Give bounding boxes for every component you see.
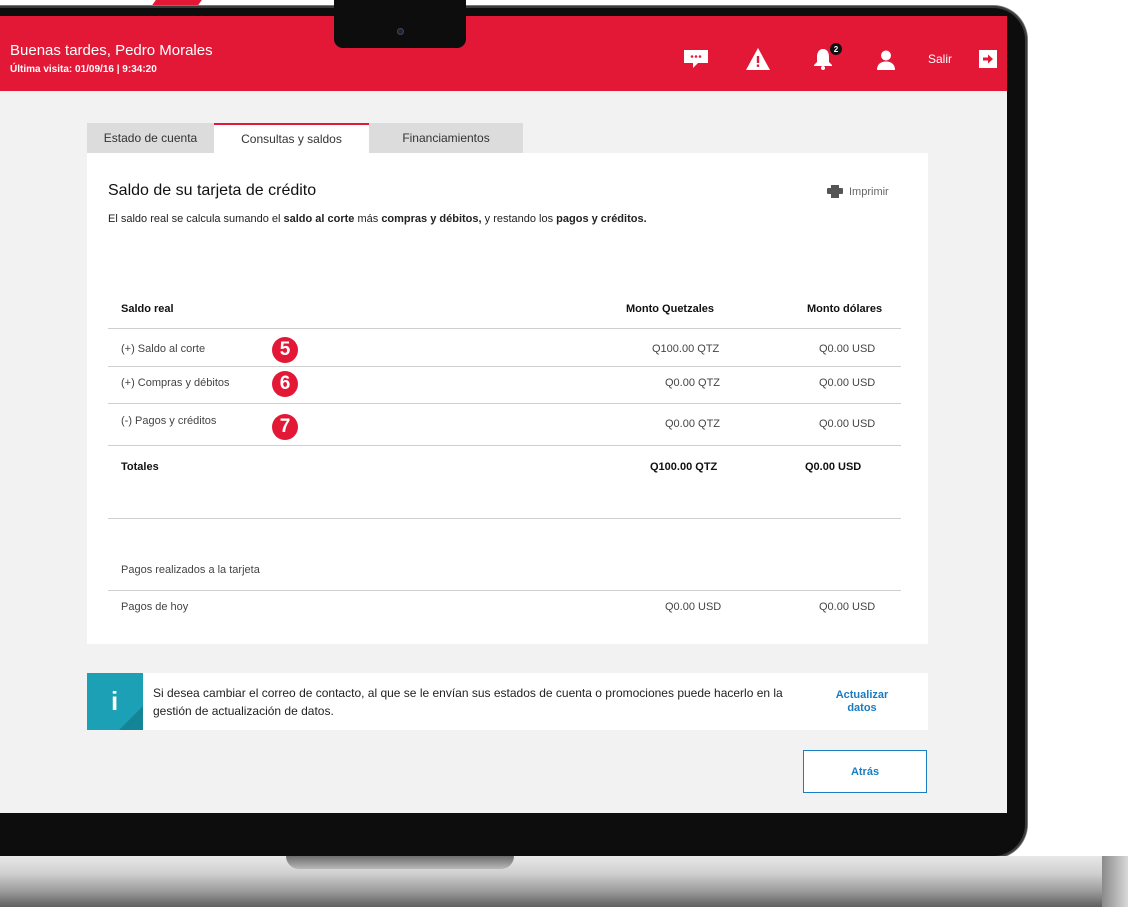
- laptop-base: [0, 856, 1128, 907]
- info-icon-fold: [119, 706, 143, 730]
- row-usd: Q0.00 USD: [819, 377, 876, 389]
- tab-consultas-y-saldos[interactable]: Consultas y saldos: [214, 123, 369, 153]
- chat-icon[interactable]: [684, 50, 708, 68]
- update-data-link[interactable]: Actualizar datos: [829, 689, 895, 715]
- laptop-base-edge: [1102, 856, 1128, 907]
- print-button[interactable]: Imprimir: [827, 185, 889, 198]
- step-marker: 7: [272, 414, 298, 440]
- subtitle-text-3: y restando los: [481, 213, 557, 225]
- subtitle-bold-1: saldo al corte: [283, 213, 355, 225]
- totals-usd: Q0.00 USD: [805, 461, 862, 473]
- subtitle-bold-3: pagos y créditos.: [556, 213, 647, 225]
- logout-arrow-icon: [983, 54, 993, 64]
- back-button[interactable]: Atrás: [803, 750, 927, 793]
- step-marker: 6: [272, 371, 298, 397]
- user-icon[interactable]: [877, 50, 895, 70]
- divider: [108, 366, 901, 367]
- divider: [108, 328, 901, 329]
- payment-row-usd: Q0.00 USD: [819, 601, 876, 613]
- row-qtz: Q100.00 QTZ: [652, 343, 720, 355]
- row-label: (-) Pagos y créditos: [121, 415, 217, 427]
- header-saldo-real: Saldo real: [121, 303, 174, 315]
- stage: Buenas tardes, Pedro Morales Última visi…: [0, 0, 1128, 907]
- info-banner: i Si desea cambiar el correo de contacto…: [87, 673, 928, 730]
- logout-label[interactable]: Salir: [928, 52, 952, 66]
- info-glyph: i: [111, 686, 119, 716]
- divider: [108, 403, 901, 404]
- camera-icon: [397, 28, 404, 35]
- print-label: Imprimir: [849, 185, 889, 198]
- tab-estado-de-cuenta[interactable]: Estado de cuenta: [87, 123, 214, 153]
- subtitle-text-1: El saldo real se calcula sumando el: [108, 213, 284, 225]
- notification-badge: 2: [829, 42, 843, 56]
- app-screen: Buenas tardes, Pedro Morales Última visi…: [0, 16, 1007, 813]
- info-text: Si desea cambiar el correo de contacto, …: [153, 686, 783, 718]
- payments-section-label: Pagos realizados a la tarjeta: [121, 564, 260, 576]
- totals-label: Totales: [121, 461, 159, 473]
- payment-row-qtz: Q0.00 USD: [665, 601, 722, 613]
- subtitle-text-2: más: [354, 213, 382, 225]
- divider: [108, 590, 901, 591]
- row-label: (+) Saldo al corte: [121, 343, 206, 355]
- card-subtitle: El saldo real se calcula sumando el sald…: [108, 213, 647, 225]
- info-icon: i: [87, 673, 143, 730]
- camera-notch: [334, 0, 466, 48]
- page-title: Saldo de su tarjeta de crédito: [108, 182, 317, 199]
- subtitle-bold-2: compras y débitos,: [381, 213, 482, 225]
- totals-qtz: Q100.00 QTZ: [650, 461, 718, 473]
- last-visit: Última visita: 01/09/16 | 9:34:20: [10, 64, 157, 75]
- divider: [108, 445, 901, 446]
- laptop-base-lip: [286, 856, 514, 869]
- logout-button[interactable]: [979, 50, 997, 68]
- balance-card: Saldo de su tarjeta de crédito Imprimir …: [87, 153, 928, 644]
- header-monto-dolares: Monto dólares: [807, 303, 883, 315]
- top-bar: Buenas tardes, Pedro Morales Última visi…: [0, 16, 1007, 91]
- step-marker: 5: [272, 337, 298, 363]
- warning-icon[interactable]: [746, 48, 770, 70]
- row-label: (+) Compras y débitos: [121, 377, 230, 389]
- tab-bar: Estado de cuenta Consultas y saldos Fina…: [87, 123, 523, 153]
- greeting: Buenas tardes, Pedro Morales: [10, 42, 213, 59]
- header-monto-quetzales: Monto Quetzales: [626, 303, 715, 315]
- divider: [108, 518, 901, 519]
- tab-financiamientos[interactable]: Financiamientos: [369, 123, 523, 153]
- row-usd: Q0.00 USD: [819, 418, 876, 430]
- row-qtz: Q0.00 QTZ: [665, 377, 721, 389]
- row-usd: Q0.00 USD: [819, 343, 876, 355]
- payment-row-label: Pagos de hoy: [121, 601, 189, 613]
- printer-icon: [827, 185, 843, 198]
- row-qtz: Q0.00 QTZ: [665, 418, 721, 430]
